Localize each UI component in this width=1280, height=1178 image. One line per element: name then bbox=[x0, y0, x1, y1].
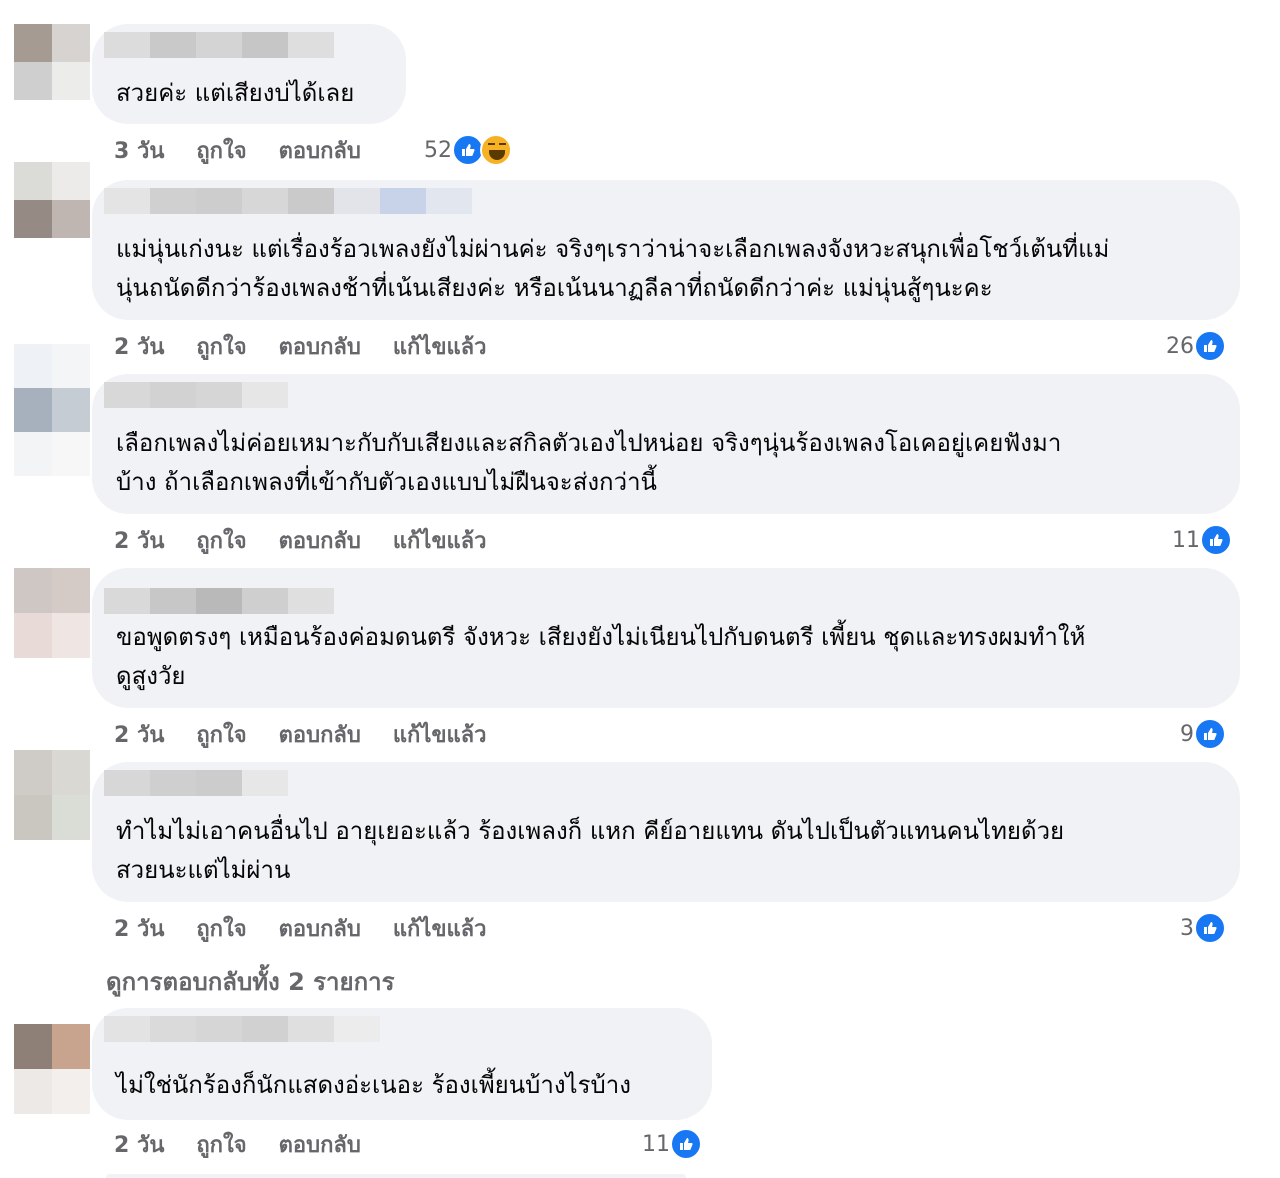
avatar[interactable] bbox=[14, 24, 90, 100]
reaction-summary[interactable]: 26 bbox=[1166, 326, 1226, 366]
like-button[interactable]: ถูกใจ bbox=[196, 717, 246, 752]
author-name-blurred[interactable] bbox=[104, 770, 288, 796]
author-name-blurred[interactable] bbox=[104, 32, 334, 58]
comment-text: แม่นุ่นเก่งนะ แต่เรื่องร้อวเพลงยังไม่ผ่า… bbox=[116, 235, 1110, 302]
reaction-summary[interactable]: 9 bbox=[1180, 714, 1226, 754]
edited-label[interactable]: แก้ไขแล้ว bbox=[393, 717, 487, 752]
reply-button[interactable]: ตอบกลับ bbox=[279, 717, 361, 752]
like-reaction-icon bbox=[1200, 524, 1232, 556]
like-reaction-icon bbox=[1194, 330, 1226, 362]
comment-bubble: แม่นุ่นเก่งนะ แต่เรื่องร้อวเพลงยังไม่ผ่า… bbox=[92, 180, 1240, 320]
reaction-count: 11 bbox=[1172, 527, 1200, 553]
like-button[interactable]: ถูกใจ bbox=[196, 1127, 246, 1162]
reaction-summary[interactable]: 3 bbox=[1180, 908, 1226, 948]
haha-reaction-icon bbox=[480, 134, 512, 166]
next-comment-edge bbox=[106, 1174, 686, 1178]
edited-label[interactable]: แก้ไขแล้ว bbox=[393, 329, 487, 364]
avatar[interactable] bbox=[14, 1024, 90, 1114]
comment-actions: 2 วัน ถูกใจ ตอบกลับ แก้ไขแล้ว bbox=[114, 326, 519, 366]
comment-bubble: ขอพูดตรงๆ เหมือนร้องค่อมดนตรี จังหวะ เสี… bbox=[92, 568, 1240, 708]
comment-bubble: เลือกเพลงไม่ค่อยเหมาะกับกับเสียงและสกิลต… bbox=[92, 374, 1240, 514]
comment-actions: 2 วัน ถูกใจ ตอบกลับ แก้ไขแล้ว bbox=[114, 908, 519, 948]
author-name-blurred[interactable] bbox=[104, 382, 288, 408]
reaction-summary[interactable]: 11 bbox=[642, 1124, 702, 1164]
like-reaction-icon bbox=[1194, 912, 1226, 944]
reply-button[interactable]: ตอบกลับ bbox=[279, 911, 361, 946]
comment-text: ไม่ใช่นักร้องก็นักแสดงอ่ะเนอะ ร้องเพี้ยน… bbox=[116, 1071, 631, 1099]
reply-button[interactable]: ตอบกลับ bbox=[279, 523, 361, 558]
reply-button[interactable]: ตอบกลับ bbox=[279, 329, 361, 364]
reaction-summary[interactable]: 11 bbox=[1172, 520, 1232, 560]
comment-timestamp[interactable]: 2 วัน bbox=[114, 1127, 164, 1162]
reply-button[interactable]: ตอบกลับ bbox=[279, 133, 361, 168]
author-name-blurred[interactable] bbox=[104, 1016, 380, 1042]
avatar[interactable] bbox=[14, 750, 90, 840]
comment-text: ทำไมไม่เอาคนอื่นไป อายุเยอะแล้ว ร้องเพลง… bbox=[116, 817, 1065, 884]
avatar[interactable] bbox=[14, 162, 90, 238]
author-name-blurred[interactable] bbox=[104, 588, 334, 614]
comment-actions: 2 วัน ถูกใจ ตอบกลับ แก้ไขแล้ว bbox=[114, 714, 519, 754]
comment-text: เลือกเพลงไม่ค่อยเหมาะกับกับเสียงและสกิลต… bbox=[116, 429, 1062, 496]
like-button[interactable]: ถูกใจ bbox=[196, 133, 246, 168]
reaction-count: 52 bbox=[424, 137, 452, 163]
view-replies-link[interactable]: ดูการตอบกลับทั้ง 2 รายการ bbox=[106, 962, 394, 1001]
reaction-summary[interactable]: 52 bbox=[424, 130, 512, 170]
comment-text: สวยค่ะ แต่เสียงบ่ได้เลย bbox=[116, 79, 355, 107]
comment-bubble: สวยค่ะ แต่เสียงบ่ได้เลย bbox=[92, 24, 406, 124]
reaction-count: 3 bbox=[1180, 915, 1194, 941]
comment-timestamp[interactable]: 2 วัน bbox=[114, 911, 164, 946]
like-button[interactable]: ถูกใจ bbox=[196, 329, 246, 364]
comment-bubble: ทำไมไม่เอาคนอื่นไป อายุเยอะแล้ว ร้องเพลง… bbox=[92, 762, 1240, 902]
comment-actions: 3 วัน ถูกใจ ตอบกลับ bbox=[114, 130, 393, 170]
like-button[interactable]: ถูกใจ bbox=[196, 523, 246, 558]
comments-section: สวยค่ะ แต่เสียงบ่ได้เลย 3 วัน ถูกใจ ตอบก… bbox=[0, 0, 1280, 1178]
comment-timestamp[interactable]: 3 วัน bbox=[114, 133, 164, 168]
avatar[interactable] bbox=[14, 344, 90, 476]
comment-actions: 2 วัน ถูกใจ ตอบกลับ แก้ไขแล้ว bbox=[114, 520, 519, 560]
edited-label[interactable]: แก้ไขแล้ว bbox=[393, 911, 487, 946]
reaction-count: 11 bbox=[642, 1131, 670, 1157]
avatar[interactable] bbox=[14, 568, 90, 658]
edited-label[interactable]: แก้ไขแล้ว bbox=[393, 523, 487, 558]
comment-actions: 2 วัน ถูกใจ ตอบกลับ bbox=[114, 1124, 393, 1164]
comment-bubble: ไม่ใช่นักร้องก็นักแสดงอ่ะเนอะ ร้องเพี้ยน… bbox=[92, 1008, 712, 1120]
author-name-blurred[interactable] bbox=[104, 188, 472, 214]
comment-timestamp[interactable]: 2 วัน bbox=[114, 523, 164, 558]
reaction-count: 9 bbox=[1180, 721, 1194, 747]
like-button[interactable]: ถูกใจ bbox=[196, 911, 246, 946]
comment-timestamp[interactable]: 2 วัน bbox=[114, 717, 164, 752]
comment-timestamp[interactable]: 2 วัน bbox=[114, 329, 164, 364]
like-reaction-icon bbox=[1194, 718, 1226, 750]
like-reaction-icon bbox=[670, 1128, 702, 1160]
reaction-count: 26 bbox=[1166, 333, 1194, 359]
comment-text: ขอพูดตรงๆ เหมือนร้องค่อมดนตรี จังหวะ เสี… bbox=[116, 623, 1086, 690]
reply-button[interactable]: ตอบกลับ bbox=[279, 1127, 361, 1162]
